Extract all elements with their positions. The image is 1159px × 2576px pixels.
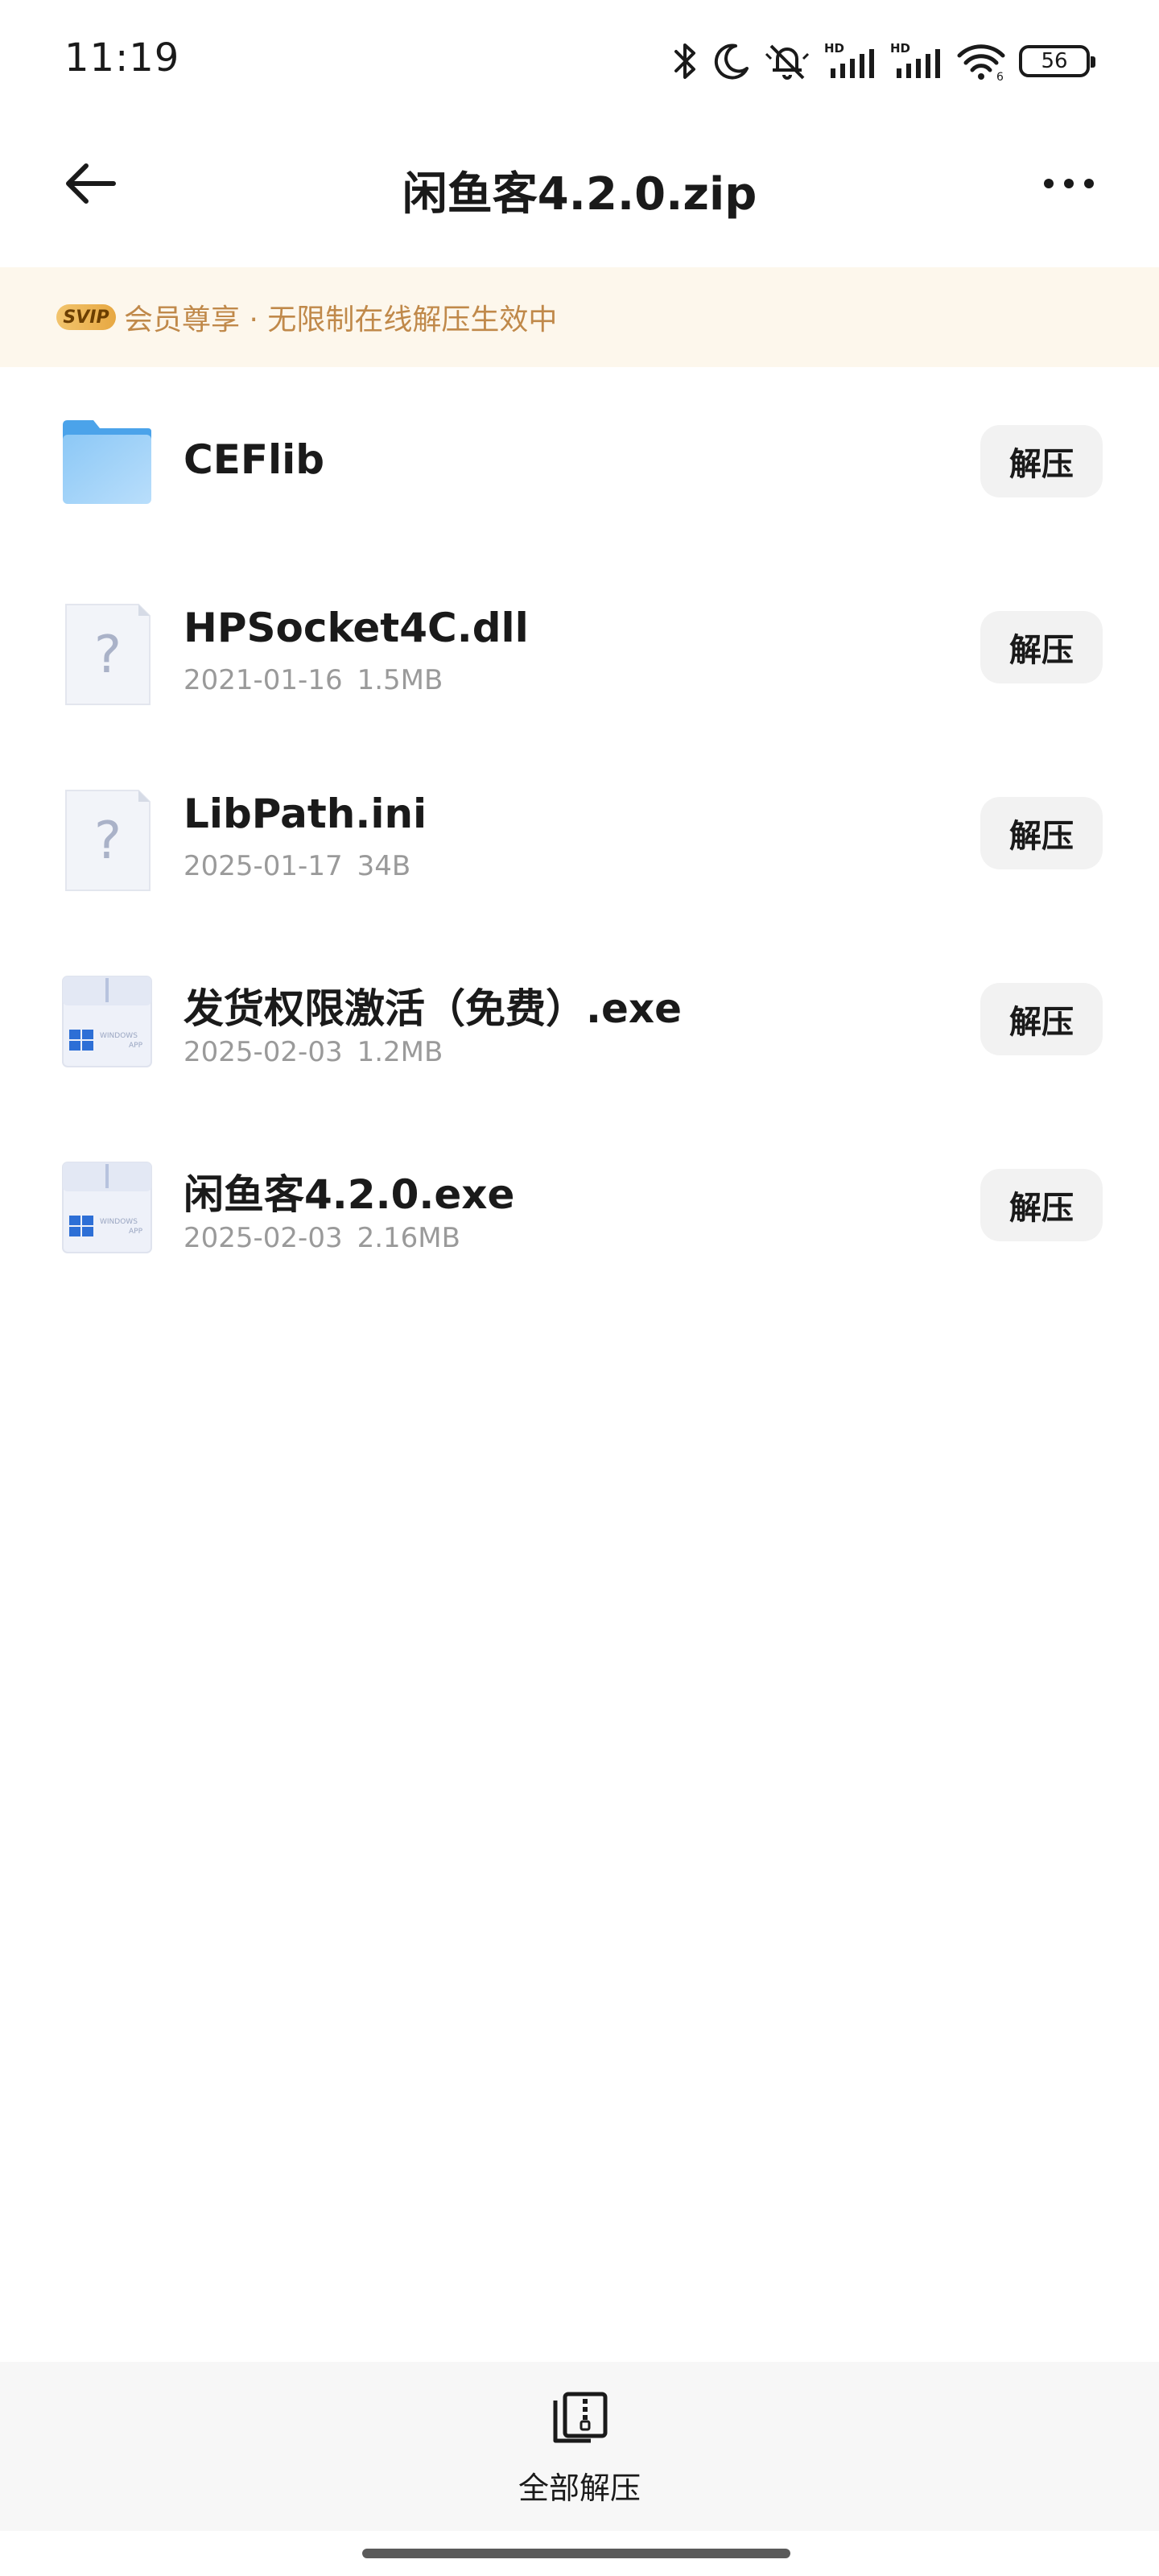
svg-text:?: ?: [94, 811, 122, 871]
svg-text:APP: APP: [129, 1042, 143, 1050]
file-name: HPSocket4C.dll: [184, 605, 529, 651]
page-title: 闲鱼客4.2.0.zip: [402, 168, 757, 221]
hd-signal-icon: HD: [890, 41, 943, 81]
svg-text:WINDOWS: WINDOWS: [100, 1032, 138, 1040]
status-icons: HD HD 6 56: [671, 35, 1095, 87]
file-size: 1.2MB: [357, 1036, 443, 1068]
list-item[interactable]: ? LibPath.ini 2025-01-17 34B 解压: [0, 739, 1159, 925]
extract-button[interactable]: 解压: [980, 983, 1103, 1055]
extract-all-button[interactable]: 全部解压: [419, 2391, 740, 2520]
svg-text:HD: HD: [890, 41, 910, 56]
file-name: CEFlib: [184, 436, 325, 483]
file-meta: 2025-01-17 34B: [184, 850, 410, 882]
bluetooth-icon: [671, 41, 700, 81]
file-meta: 2021-01-16 1.5MB: [184, 664, 443, 696]
file-size: 34B: [357, 850, 411, 882]
moon-icon: [713, 41, 750, 81]
status-bar: 11:19 HD HD 6 56: [0, 0, 1159, 121]
home-indicator[interactable]: [362, 2549, 790, 2558]
back-button[interactable]: [52, 155, 129, 216]
list-item[interactable]: ? HPSocket4C.dll 2021-01-16 1.5MB 解压: [0, 553, 1159, 739]
app-header: 闲鱼客4.2.0.zip: [0, 121, 1159, 250]
folder-icon: [61, 417, 153, 509]
more-button[interactable]: [1030, 155, 1107, 216]
extract-button[interactable]: 解压: [980, 425, 1103, 497]
vip-banner-text: 会员尊享 · 无限制在线解压生效中: [124, 303, 558, 336]
unknown-file-icon: ?: [61, 789, 153, 891]
svg-text:WINDOWS: WINDOWS: [100, 1218, 138, 1226]
extract-button[interactable]: 解压: [980, 1169, 1103, 1241]
svg-text:HD: HD: [824, 41, 844, 56]
hd-signal-icon: HD: [824, 41, 877, 81]
list-item[interactable]: WINDOWS APP 发货权限激活（免费）.exe 2025-02-03 1.2…: [0, 925, 1159, 1111]
file-date: 2025-02-03: [184, 1036, 343, 1068]
bell-muted-icon: [763, 41, 811, 81]
file-meta: 2025-02-03 2.16MB: [184, 1222, 460, 1254]
extract-all-label: 全部解压: [518, 2471, 641, 2506]
file-name: 闲鱼客4.2.0.exe: [184, 1171, 515, 1218]
svg-text:?: ?: [94, 625, 122, 685]
file-meta: 2025-02-03 1.2MB: [184, 1036, 443, 1068]
file-size: 1.5MB: [357, 664, 443, 696]
windows-app-icon: WINDOWS APP: [61, 1161, 153, 1253]
extract-all-icon: [549, 2391, 610, 2452]
more-horizontal-icon: [1041, 175, 1097, 195]
status-time: 11:19: [64, 35, 180, 80]
file-name: LibPath.ini: [184, 791, 427, 837]
svip-badge: SVIP: [56, 304, 116, 330]
list-item[interactable]: CEFlib 解压: [0, 367, 1159, 553]
file-date: 2025-01-17: [184, 850, 343, 882]
wifi-icon: 6: [956, 41, 1006, 81]
windows-app-icon: WINDOWS APP: [61, 975, 153, 1067]
file-list: CEFlib 解压 ? HPSocket4C.dll 2021-01-16 1.5…: [0, 367, 1159, 1297]
battery-level: 56: [1041, 49, 1068, 73]
list-item[interactable]: WINDOWS APP 闲鱼客4.2.0.exe 2025-02-03 2.16M…: [0, 1111, 1159, 1297]
file-size: 2.16MB: [357, 1222, 460, 1254]
svg-text:6: 6: [996, 71, 1004, 81]
file-name: 发货权限激活（免费）.exe: [184, 985, 683, 1032]
file-date: 2021-01-16: [184, 664, 343, 696]
bottom-bar: 全部解压: [0, 2362, 1159, 2531]
extract-button[interactable]: 解压: [980, 797, 1103, 869]
extract-button[interactable]: 解压: [980, 611, 1103, 683]
unknown-file-icon: ?: [61, 603, 153, 705]
arrow-left-icon: [62, 159, 118, 211]
svg-text:APP: APP: [129, 1228, 143, 1236]
vip-banner[interactable]: SVIP 会员尊享 · 无限制在线解压生效中: [0, 267, 1159, 367]
battery-icon: 56: [1019, 45, 1095, 77]
file-date: 2025-02-03: [184, 1222, 343, 1254]
